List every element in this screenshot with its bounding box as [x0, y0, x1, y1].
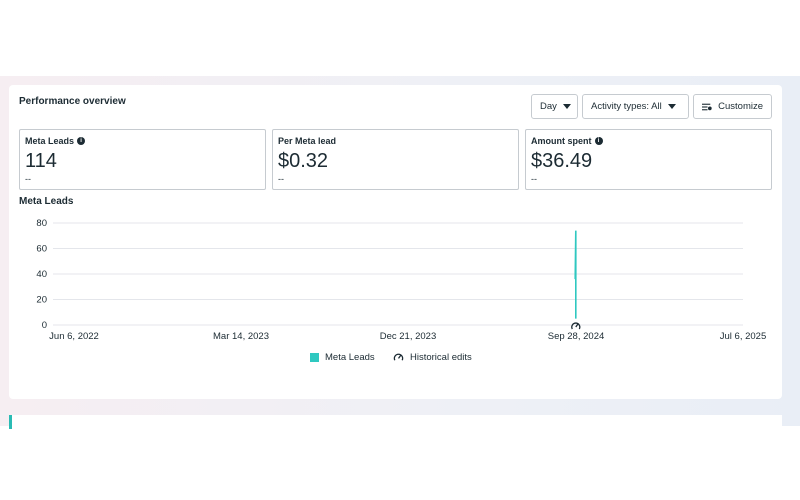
info-icon[interactable]: i — [77, 137, 86, 145]
next-card — [9, 415, 782, 429]
customize-button[interactable]: Customize — [693, 94, 772, 119]
activity-types-label: Activity types: All — [591, 101, 662, 112]
x-tick-label: Jun 6, 2022 — [49, 331, 99, 342]
metric-card-amount-spent[interactable]: Amount spent i $36.49 -- — [525, 129, 772, 190]
legend-label: Historical edits — [410, 352, 472, 363]
sliders-icon — [702, 103, 712, 110]
y-tick-label: 0 — [42, 320, 47, 331]
x-tick-label: Dec 21, 2023 — [380, 331, 437, 342]
y-tick-label: 40 — [36, 269, 47, 280]
metric-change: -- — [25, 174, 31, 184]
metric-label: Per Meta lead — [278, 136, 337, 146]
day-dropdown[interactable]: Day — [531, 94, 578, 119]
legend-item-historical-edits[interactable]: Historical edits — [393, 352, 472, 363]
x-tick-label: Jul 6, 2025 — [720, 331, 766, 342]
meta-leads-chart[interactable]: 0 20 40 60 80 Jun 6, 2022 Mar 14, 2023 Dec 21, … — [0, 210, 800, 345]
metric-value: $36.49 — [531, 150, 593, 172]
panel-title: Performance overview — [19, 96, 126, 107]
y-tick-label: 80 — [36, 218, 47, 229]
chevron-down-icon — [562, 104, 571, 109]
y-tick-label: 60 — [36, 244, 47, 255]
metric-value: 114 — [25, 150, 57, 172]
chart-title: Meta Leads — [19, 196, 74, 207]
y-tick-label: 20 — [36, 295, 47, 306]
activity-types-dropdown[interactable]: Activity types: All — [582, 94, 689, 119]
info-icon[interactable]: i — [594, 137, 603, 145]
gauge-icon — [393, 353, 404, 361]
metric-card-per-meta-lead[interactable]: Per Meta lead $0.32 -- — [272, 129, 519, 190]
metric-card-meta-leads[interactable]: Meta Leads i 114 -- — [19, 129, 266, 190]
metric-label: Meta Leads i — [25, 136, 86, 146]
day-dropdown-label: Day — [540, 101, 557, 112]
x-tick-label: Mar 14, 2023 — [213, 331, 269, 342]
customize-label: Customize — [718, 101, 763, 112]
metric-value: $0.32 — [278, 150, 329, 172]
legend-label: Meta Leads — [325, 352, 375, 363]
chevron-down-icon — [667, 104, 676, 109]
x-tick-label: Sep 28, 2024 — [548, 331, 605, 342]
metric-change: -- — [531, 174, 537, 184]
metric-label: Amount spent i — [531, 136, 603, 146]
gauge-icon — [571, 322, 581, 330]
legend-item-meta-leads[interactable]: Meta Leads — [310, 352, 375, 363]
metric-change: -- — [278, 174, 284, 184]
series-swatch — [310, 353, 319, 362]
series-line-meta-leads — [574, 230, 577, 319]
